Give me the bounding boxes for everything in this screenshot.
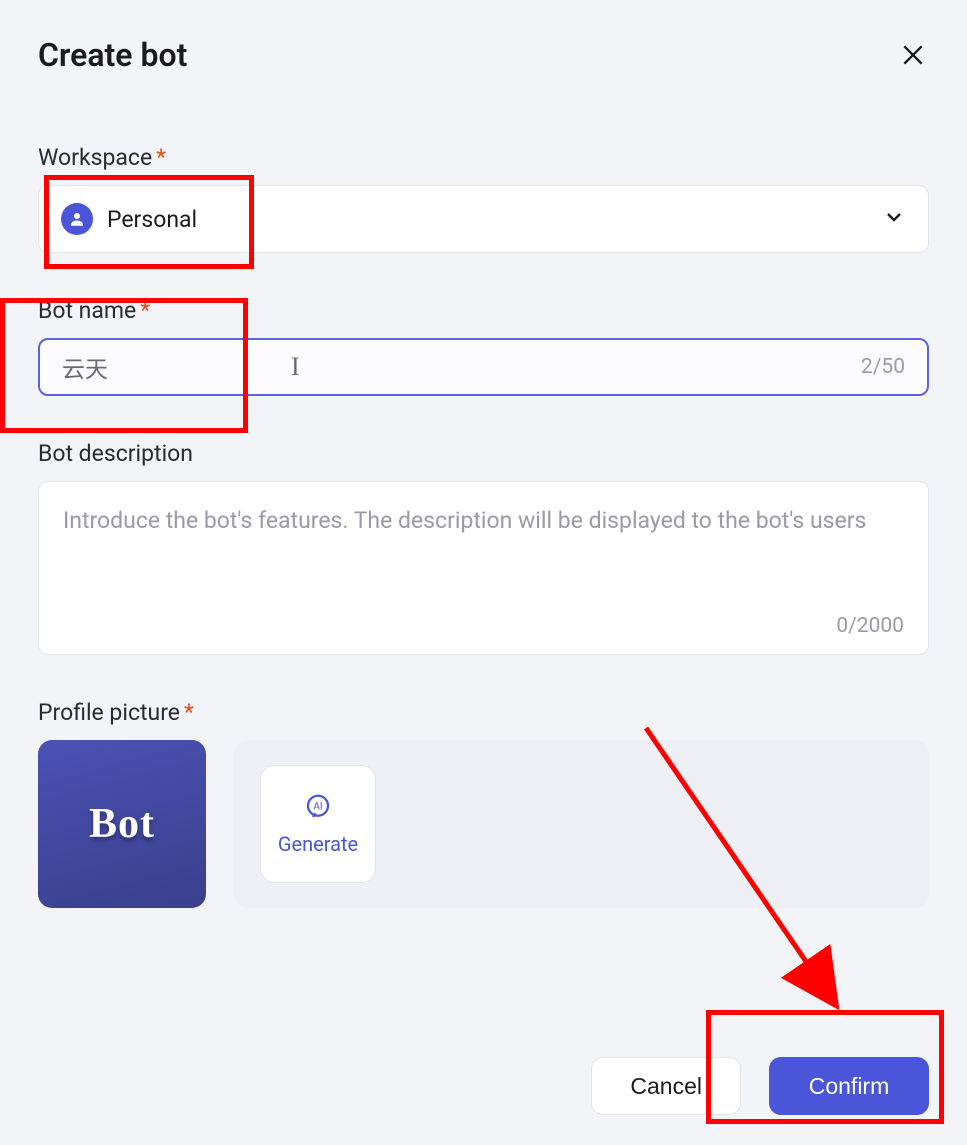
botname-label-text: Bot name: [38, 297, 136, 324]
cancel-button[interactable]: Cancel: [591, 1057, 741, 1115]
profile-picture-text: Bot: [89, 800, 155, 848]
person-icon: [61, 203, 93, 235]
modal-title: Create bot: [38, 36, 187, 74]
close-button[interactable]: [897, 39, 929, 71]
close-icon: [900, 42, 926, 68]
picture-label: Profile picture*: [38, 699, 929, 726]
create-bot-modal: Create bot Workspace* Personal Bot name*: [0, 0, 967, 908]
ai-chat-icon: AI: [303, 792, 333, 822]
description-label-text: Bot description: [38, 440, 193, 467]
profile-picture-tile[interactable]: Bot: [38, 740, 206, 908]
chevron-down-icon: [882, 205, 906, 233]
modal-header: Create bot: [38, 36, 929, 74]
generate-button[interactable]: AI Generate: [260, 765, 376, 883]
generate-zone: AI Generate: [234, 740, 929, 908]
generate-label: Generate: [278, 832, 358, 856]
required-asterisk: *: [156, 144, 166, 171]
confirm-button[interactable]: Confirm: [769, 1057, 929, 1115]
description-textarea[interactable]: Introduce the bot's features. The descri…: [38, 481, 929, 655]
workspace-group: Workspace* Personal: [38, 144, 929, 253]
botname-input[interactable]: [38, 338, 929, 396]
workspace-selected-text: Personal: [107, 206, 197, 233]
description-group: Bot description Introduce the bot's feat…: [38, 440, 929, 655]
botname-counter: 2/50: [861, 355, 905, 379]
workspace-label: Workspace*: [38, 144, 929, 171]
botname-input-wrap: I 2/50: [38, 338, 929, 396]
botname-label: Bot name*: [38, 297, 929, 324]
picture-label-text: Profile picture: [38, 699, 180, 726]
picture-group: Profile picture* Bot AI Generate: [38, 699, 929, 908]
botname-group: Bot name* I 2/50: [38, 297, 929, 396]
description-label: Bot description: [38, 440, 929, 467]
modal-footer: Cancel Confirm: [591, 1057, 929, 1115]
workspace-select[interactable]: Personal: [38, 185, 929, 253]
svg-text:AI: AI: [313, 802, 322, 813]
description-placeholder: Introduce the bot's features. The descri…: [63, 502, 904, 540]
picture-row: Bot AI Generate: [38, 740, 929, 908]
required-asterisk: *: [184, 699, 194, 726]
required-asterisk: *: [140, 297, 150, 324]
workspace-select-value: Personal: [61, 203, 197, 235]
workspace-label-text: Workspace: [38, 144, 152, 171]
description-counter: 0/2000: [836, 614, 904, 638]
